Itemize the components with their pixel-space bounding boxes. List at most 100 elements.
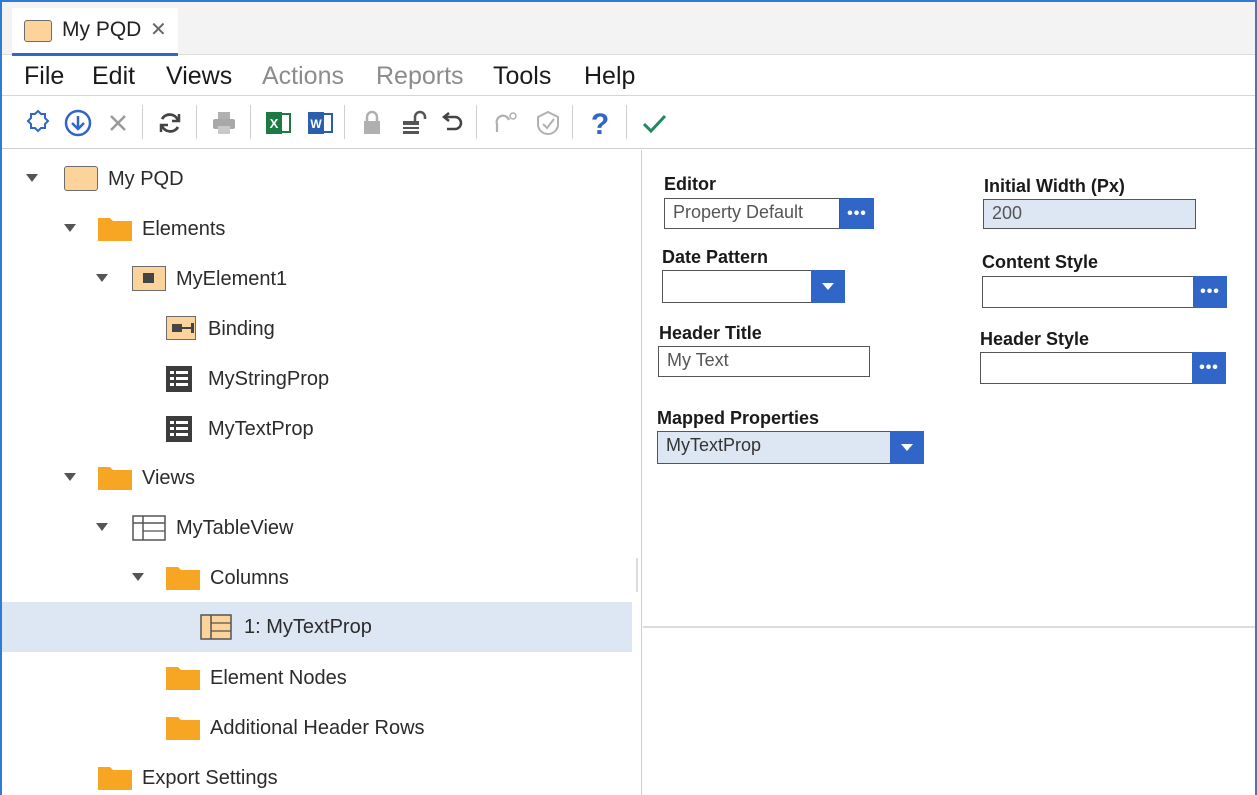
folder-icon (166, 567, 200, 590)
expand-arrow-icon[interactable] (96, 523, 108, 531)
menu-reports[interactable]: Reports (376, 62, 464, 91)
download-icon[interactable] (60, 105, 96, 141)
header-style-browse-button[interactable]: ••• (1192, 352, 1226, 384)
tree-label: Binding (208, 318, 275, 340)
expand-arrow-icon[interactable] (96, 274, 108, 282)
unlock-icon[interactable] (396, 105, 432, 141)
svg-text:?: ? (591, 108, 609, 138)
excel-icon[interactable]: X (260, 105, 296, 141)
tree-label: Views (142, 467, 195, 489)
menu-tools[interactable]: Tools (493, 62, 551, 91)
tree-label: MyTableView (176, 517, 294, 539)
menu-bar: File Edit Views Actions Reports Tools He… (2, 56, 1255, 96)
tree-label: Additional Header Rows (210, 717, 425, 739)
folder-icon (98, 218, 132, 241)
pqd-document-icon (24, 20, 52, 42)
tree-node-my-pqd[interactable]: My PQD (2, 156, 632, 202)
tree-label: Element Nodes (210, 667, 347, 689)
toolbar-separator (250, 105, 251, 139)
header-style-field[interactable] (980, 352, 1193, 384)
menu-actions[interactable]: Actions (262, 62, 344, 91)
toolbar-separator (196, 105, 197, 139)
tree-node-mytableview[interactable]: MyTableView (2, 505, 632, 551)
editor-browse-button[interactable]: ••• (840, 198, 874, 229)
tree-label: Export Settings (142, 767, 278, 789)
menu-help[interactable]: Help (584, 62, 635, 91)
tab-label: My PQD (62, 18, 142, 41)
refresh-icon[interactable] (152, 105, 188, 141)
mapped-properties-select[interactable]: MyTextProp (657, 431, 891, 464)
menu-views[interactable]: Views (166, 62, 232, 91)
tree-label: My PQD (108, 168, 184, 190)
folder-icon (166, 717, 200, 740)
header-title-label: Header Title (659, 323, 762, 343)
folder-icon (166, 667, 200, 690)
folder-icon (98, 467, 132, 490)
print-icon[interactable] (206, 105, 242, 141)
date-pattern-label: Date Pattern (662, 247, 769, 267)
property-list-icon (166, 366, 192, 392)
tree-node-columns[interactable]: Columns (2, 555, 632, 601)
splitter-handle[interactable] (636, 558, 638, 592)
svg-text:W: W (310, 117, 322, 131)
editor-label: Editor (664, 174, 716, 194)
tree-label: MyTextProp (208, 418, 314, 440)
tree-node-column-1[interactable]: 1: MyTextProp (2, 602, 632, 652)
content-style-label: Content Style (982, 252, 1099, 272)
toolbar-separator (626, 105, 627, 139)
help-icon[interactable]: ? (582, 105, 618, 141)
pqd-document-icon (64, 166, 98, 191)
tree-label: Elements (142, 218, 226, 240)
chevron-down-icon (901, 444, 913, 451)
word-icon[interactable]: W (302, 105, 338, 141)
tree-panel: My PQD Elements MyElement1 Binding MyStr… (2, 150, 642, 795)
redo-icon[interactable] (486, 105, 522, 141)
tree-node-views[interactable]: Views (2, 455, 632, 501)
delete-icon[interactable] (100, 105, 136, 141)
tree-node-myelement1[interactable]: MyElement1 (2, 256, 632, 302)
expand-arrow-icon[interactable] (64, 224, 76, 232)
chevron-down-icon (822, 283, 834, 290)
tree-label: 1: MyTextProp (244, 616, 372, 638)
tree-node-mystringprop[interactable]: MyStringProp (2, 356, 632, 402)
content-style-browse-button[interactable]: ••• (1193, 276, 1227, 308)
date-pattern-select[interactable] (662, 270, 812, 303)
tree-node-export-settings[interactable]: Export Settings (2, 755, 632, 795)
toolbar-separator (572, 105, 573, 139)
tab-bar: My PQD ✕ (2, 0, 1255, 56)
mapped-properties-dropdown-button[interactable] (890, 431, 924, 464)
toolbar-separator (476, 105, 477, 139)
content-style-field[interactable] (982, 276, 1194, 308)
settings-icon[interactable] (20, 105, 56, 141)
date-pattern-dropdown-button[interactable] (811, 270, 845, 303)
header-style-label: Header Style (980, 329, 1090, 349)
property-list-icon (166, 416, 192, 442)
expand-arrow-icon[interactable] (26, 174, 38, 182)
element-icon (132, 266, 166, 291)
editor-field[interactable]: Property Default (664, 198, 840, 229)
initial-width-field[interactable]: 200 (983, 199, 1196, 229)
menu-edit[interactable]: Edit (92, 62, 135, 91)
tree-node-binding[interactable]: Binding (2, 306, 632, 352)
tree-node-element-nodes[interactable]: Element Nodes (2, 655, 632, 701)
tree-label: Columns (210, 567, 289, 589)
lock-icon[interactable] (354, 105, 390, 141)
expand-arrow-icon[interactable] (64, 473, 76, 481)
tree-node-mytextprop[interactable]: MyTextProp (2, 406, 632, 452)
menu-file[interactable]: File (24, 62, 64, 91)
undo-icon[interactable] (434, 105, 470, 141)
header-title-input[interactable]: My Text (658, 346, 870, 377)
tree-node-additional-header-rows[interactable]: Additional Header Rows (2, 705, 632, 751)
edit-check-icon[interactable] (530, 105, 566, 141)
binding-icon (166, 316, 196, 340)
properties-panel: Editor Property Default ••• Initial Widt… (643, 150, 1255, 628)
expand-arrow-icon[interactable] (132, 573, 144, 581)
toolbar-separator (344, 105, 345, 139)
lower-detail-panel (643, 630, 1255, 795)
tab-close-icon[interactable]: ✕ (150, 17, 167, 42)
tree-node-elements[interactable]: Elements (2, 206, 632, 252)
tab-my-pqd[interactable]: My PQD ✕ (12, 8, 178, 56)
initial-width-label: Initial Width (Px) (984, 176, 1125, 196)
checkmark-icon[interactable] (636, 105, 672, 141)
table-view-icon (132, 515, 166, 541)
